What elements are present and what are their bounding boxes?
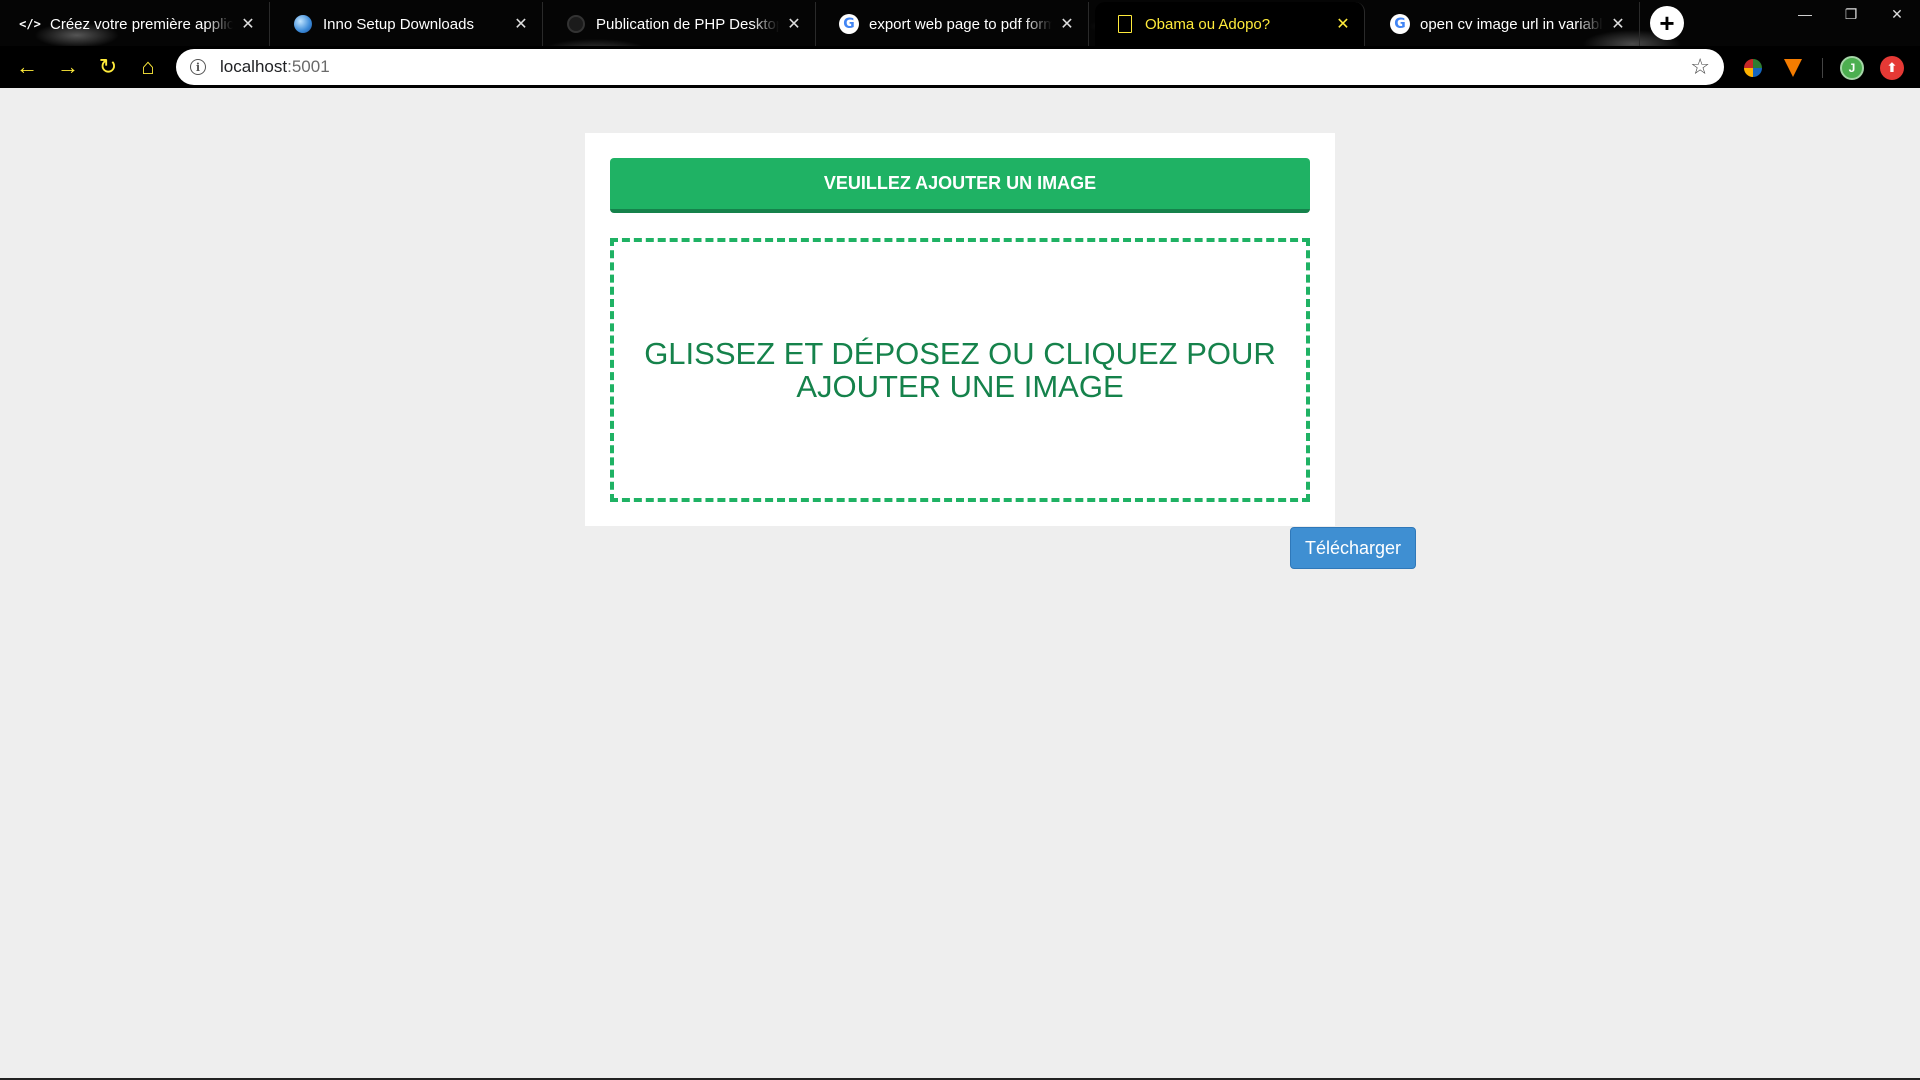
tab-1[interactable]: </> Créez votre première applica ✕ xyxy=(0,2,270,46)
close-icon[interactable]: ✕ xyxy=(512,15,530,33)
bookmark-star-icon[interactable]: ☆ xyxy=(1690,56,1710,78)
restore-icon[interactable]: ❐ xyxy=(1828,0,1874,28)
code-icon: </> xyxy=(19,17,41,31)
tab-title: export web page to pdf form xyxy=(869,15,1052,33)
close-icon[interactable]: ✕ xyxy=(239,15,257,33)
update-arrow-icon[interactable]: ⬆ xyxy=(1880,56,1904,80)
address-bar[interactable]: i localhost :5001 ☆ xyxy=(176,49,1724,85)
browser-chrome: </> Créez votre première applica ✕ Inno … xyxy=(0,0,1920,88)
tab-title: Créez votre première applica xyxy=(50,15,233,33)
reload-icon[interactable]: ↻ xyxy=(93,52,123,82)
download-button[interactable]: Télécharger xyxy=(1290,527,1416,569)
close-icon[interactable]: ✕ xyxy=(785,15,803,33)
home-icon[interactable]: ⌂ xyxy=(133,52,163,82)
window-controls: — ❐ ✕ xyxy=(1782,0,1920,28)
tab-title: Obama ou Adopo? xyxy=(1145,15,1271,33)
google-icon: G xyxy=(839,14,859,34)
tab-title: Publication de PHP Desktop xyxy=(596,15,779,33)
close-icon[interactable]: ✕ xyxy=(1334,15,1352,33)
inno-setup-icon xyxy=(293,14,313,34)
page-viewport: VEUILLEZ AJOUTER UN IMAGE Glissez et dép… xyxy=(0,88,1920,1078)
tab-strip: </> Créez votre première applica ✕ Inno … xyxy=(0,0,1920,46)
window-close-icon[interactable]: ✕ xyxy=(1874,0,1920,28)
close-icon[interactable]: ✕ xyxy=(1609,15,1627,33)
tab-title: open cv image url in variable xyxy=(1420,15,1603,33)
minimize-icon[interactable]: — xyxy=(1782,0,1828,28)
tab-3[interactable]: Publication de PHP Desktop ✕ xyxy=(546,2,816,46)
fox-extension-icon[interactable] xyxy=(1782,57,1804,79)
profile-avatar[interactable]: J xyxy=(1840,56,1864,80)
drop-zone-text: Glissez et déposez ou cliquez pour ajout… xyxy=(644,336,1276,404)
globe-extension-icon[interactable] xyxy=(1742,57,1764,79)
tab-5-active[interactable]: Obama ou Adopo? ✕ xyxy=(1095,2,1365,46)
url-port: :5001 xyxy=(287,57,330,76)
tab-4[interactable]: G export web page to pdf form ✕ xyxy=(819,2,1089,46)
add-image-button[interactable]: VEUILLEZ AJOUTER UN IMAGE xyxy=(610,158,1310,213)
browser-toolbar: ← → ↻ ⌂ i localhost :5001 ☆ J ⬆ xyxy=(0,46,1920,88)
tab-6[interactable]: G open cv image url in variable ✕ xyxy=(1370,2,1640,46)
github-icon xyxy=(566,14,586,34)
document-icon xyxy=(1115,14,1135,34)
upload-card: VEUILLEZ AJOUTER UN IMAGE Glissez et dép… xyxy=(585,133,1335,526)
info-icon[interactable]: i xyxy=(190,59,206,75)
url-host: localhost xyxy=(220,57,288,76)
google-icon: G xyxy=(1390,14,1410,34)
tab-2[interactable]: Inno Setup Downloads ✕ xyxy=(273,2,543,46)
image-drop-zone[interactable]: Glissez et déposez ou cliquez pour ajout… xyxy=(610,238,1310,502)
new-tab-button[interactable]: + xyxy=(1650,6,1684,40)
tab-title: Inno Setup Downloads xyxy=(323,15,474,33)
back-arrow-icon[interactable]: ← xyxy=(12,52,42,82)
close-icon[interactable]: ✕ xyxy=(1058,15,1076,33)
toolbar-divider xyxy=(1822,58,1823,78)
forward-arrow-icon[interactable]: → xyxy=(53,52,83,82)
